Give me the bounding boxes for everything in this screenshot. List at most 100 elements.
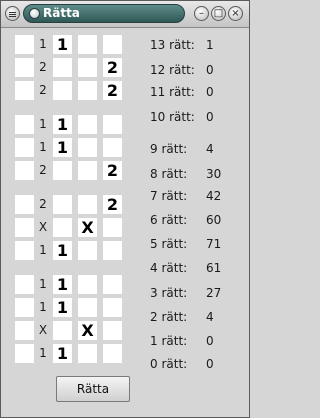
row-label: 2 [39,163,47,177]
result-label: 11 rätt: [150,85,195,99]
cell-mark [53,81,72,100]
grid-cell[interactable] [78,161,97,180]
grid-cell[interactable] [15,275,34,294]
grid-cell[interactable] [15,218,34,237]
grid-cell[interactable] [15,241,34,260]
cell-mark [53,58,72,77]
cell-mark [53,321,72,340]
cell-mark: 2 [106,195,119,214]
grid-cell[interactable] [78,344,97,363]
result-value: 0 [206,357,214,371]
result-label: 3 rätt: [150,286,188,300]
grid-cell[interactable] [103,241,122,260]
result-value: 42 [206,189,222,203]
cell-mark [103,218,122,237]
cell-mark: 2 [106,161,119,180]
cell-mark [103,298,122,317]
window-menu-icon[interactable] [5,6,20,21]
cell-mark [103,344,122,363]
cell-mark: X [81,218,94,237]
grid-cell[interactable] [53,195,72,214]
row-label: 1 [39,37,47,51]
grid-cell[interactable]: 2 [103,161,122,180]
grid-cell[interactable] [15,58,34,77]
window-title: Rätta [43,6,80,20]
cell-mark [103,241,122,260]
grid-cell[interactable] [53,58,72,77]
result-value: 0 [206,63,214,77]
grid-cell[interactable] [15,35,34,54]
cell-mark [103,138,122,157]
grid-cell[interactable]: X [78,321,97,340]
grid-cell[interactable] [53,321,72,340]
cell-mark [103,115,122,134]
result-value: 4 [206,142,214,156]
result-value: 0 [206,110,214,124]
grid-cell[interactable] [53,218,72,237]
grid-cell[interactable]: 1 [53,344,72,363]
grid-cell[interactable] [15,298,34,317]
grid-cell[interactable] [103,344,122,363]
grid-cell[interactable] [53,161,72,180]
grid-cell[interactable] [78,115,97,134]
minimize-icon[interactable]: – [194,6,209,21]
grid-cell[interactable] [78,138,97,157]
grid-cell[interactable] [103,298,122,317]
result-label: 4 rätt: [150,261,188,275]
grid-cell[interactable]: 1 [53,35,72,54]
cell-mark [78,58,97,77]
cell-mark [78,344,97,363]
grid-cell[interactable] [78,241,97,260]
grid-cell[interactable] [15,115,34,134]
grid-cell[interactable]: 2 [103,58,122,77]
result-value: 0 [206,334,214,348]
grid-cell[interactable]: 1 [53,275,72,294]
grid-cell[interactable] [78,35,97,54]
grid-cell[interactable] [103,321,122,340]
grid-cell[interactable] [15,161,34,180]
grid-cell[interactable] [15,321,34,340]
grid-cell[interactable] [103,218,122,237]
result-label: 8 rätt: [150,167,188,181]
grid-cell[interactable] [78,195,97,214]
grid-cell[interactable]: 1 [53,138,72,157]
close-icon[interactable]: × [228,6,243,21]
row-label: 1 [39,300,47,314]
grid-cell[interactable] [103,115,122,134]
cell-mark [78,298,97,317]
grid-cell[interactable]: 2 [103,195,122,214]
grid-cell[interactable] [103,138,122,157]
cell-mark [103,275,122,294]
grid-cell[interactable]: 1 [53,298,72,317]
grid-cell[interactable] [103,275,122,294]
grid-cell[interactable] [15,195,34,214]
row-label: 2 [39,60,47,74]
grid-cell[interactable] [78,275,97,294]
cell-mark: 1 [56,298,69,317]
grid-cell[interactable] [15,81,34,100]
grid-cell[interactable] [78,58,97,77]
grid-cell[interactable]: 1 [53,241,72,260]
cell-mark [78,241,97,260]
grid-cell[interactable]: 1 [53,115,72,134]
result-label: 13 rätt: [150,38,195,52]
title-bar: Rätta – □ × [1,1,249,28]
grid-cell[interactable] [103,35,122,54]
grid-cell[interactable] [53,81,72,100]
cell-mark: 1 [56,344,69,363]
grid-cell[interactable] [78,81,97,100]
result-value: 0 [206,85,214,99]
title-pill[interactable]: Rätta [23,4,185,23]
ratta-button[interactable]: Rätta [56,376,130,402]
maximize-icon[interactable]: □ [211,6,226,21]
grid-cell[interactable]: 2 [103,81,122,100]
grid-cell[interactable]: X [78,218,97,237]
window-dot-icon [29,8,40,19]
cell-mark [53,161,72,180]
grid-cell[interactable] [15,344,34,363]
cell-mark [78,81,97,100]
grid-cell[interactable] [78,298,97,317]
result-label: 6 rätt: [150,213,188,227]
grid-cell[interactable] [15,138,34,157]
cell-mark [78,35,97,54]
